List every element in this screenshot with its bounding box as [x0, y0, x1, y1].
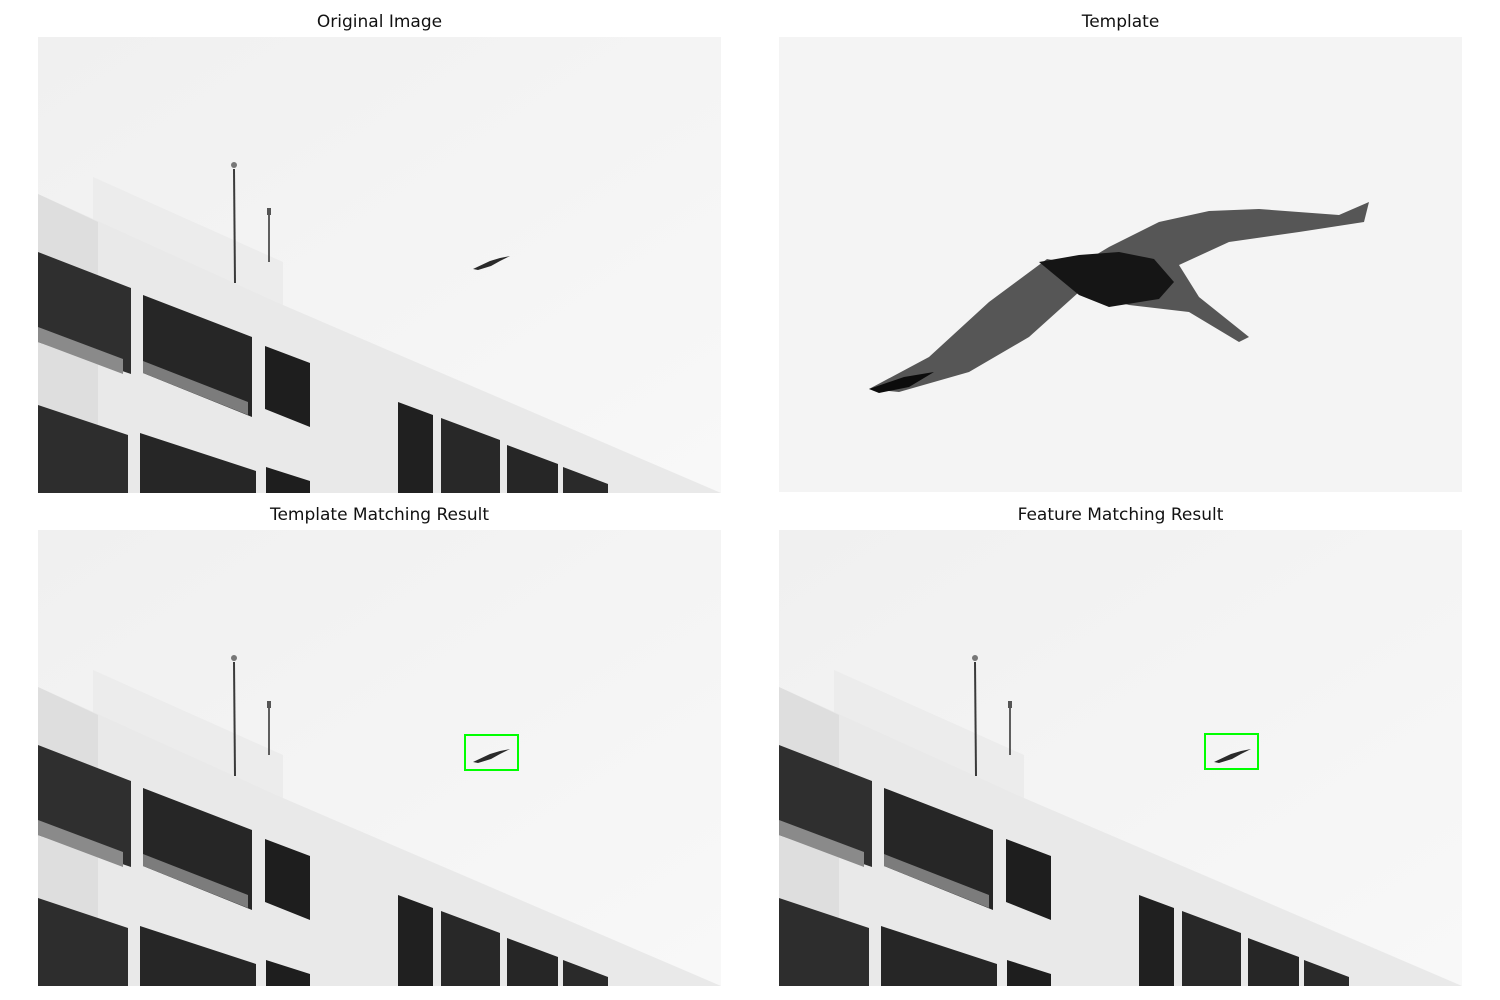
template-image	[779, 37, 1462, 492]
title-feature-matching: Feature Matching Result	[1017, 505, 1224, 525]
feature-matching-panel	[779, 530, 1462, 986]
feature-matching-image	[779, 530, 1462, 986]
title-template: Template	[1081, 12, 1160, 32]
title-template-matching: Template Matching Result	[269, 505, 490, 525]
template-matching-panel	[38, 530, 721, 986]
template-panel	[779, 37, 1462, 492]
template-matching-image	[38, 530, 721, 986]
title-original: Original Image	[316, 12, 443, 32]
original-image	[38, 37, 721, 493]
original-image-panel	[38, 37, 721, 493]
